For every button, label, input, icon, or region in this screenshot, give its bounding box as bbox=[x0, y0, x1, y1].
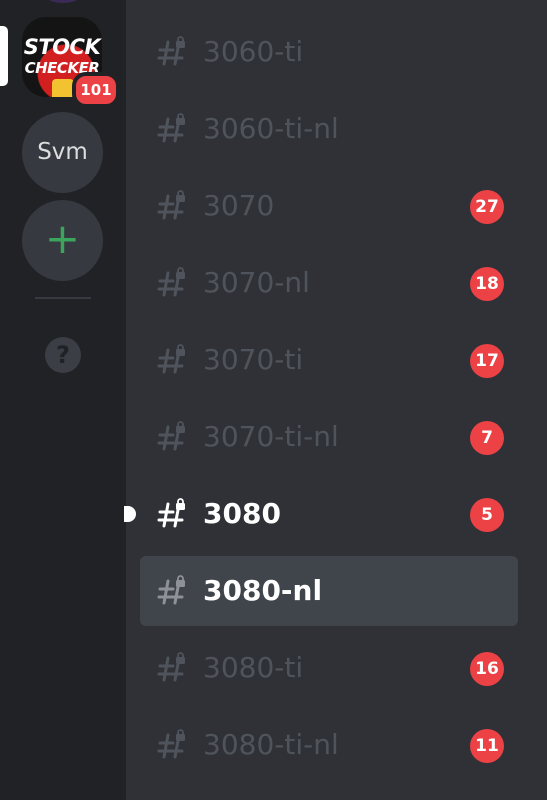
channel-item-unread[interactable]: 3080 5 bbox=[124, 479, 518, 549]
server-rail: STOCK CHECKER 101 Svm + ? bbox=[0, 0, 126, 800]
locked-text-channel-icon bbox=[157, 190, 185, 220]
mention-badge: 18 bbox=[470, 267, 504, 301]
partial-server-icon[interactable] bbox=[38, 0, 88, 3]
channel-item[interactable]: 3070-ti-nl 7 bbox=[140, 402, 518, 472]
channel-name: 3080-ti bbox=[203, 651, 304, 684]
channel-name: 3070-nl bbox=[203, 266, 310, 299]
plus-icon: + bbox=[44, 214, 81, 263]
locked-text-channel-icon bbox=[157, 575, 185, 605]
channel-name: 3070-ti-nl bbox=[203, 420, 339, 453]
channel-item-selected[interactable]: 3080-nl bbox=[140, 556, 518, 626]
channel-item[interactable]: 3080-ti 16 bbox=[140, 633, 518, 703]
channel-item[interactable]: 3060-ti bbox=[140, 17, 518, 87]
channel-name: 3060-ti-nl bbox=[203, 112, 339, 145]
locked-text-channel-icon bbox=[157, 729, 185, 759]
server-logo-accent bbox=[52, 79, 74, 97]
channel-name: 3080-nl bbox=[203, 574, 323, 607]
channel-item[interactable]: 3070 27 bbox=[140, 171, 518, 241]
mention-badge: 27 bbox=[470, 190, 504, 224]
locked-text-channel-icon bbox=[157, 344, 185, 374]
channel-name: 3080-ti-nl bbox=[203, 728, 339, 761]
locked-text-channel-icon bbox=[157, 113, 185, 143]
mention-badge: 17 bbox=[470, 344, 504, 378]
channel-item[interactable]: 3080-ti-nl 11 bbox=[140, 710, 518, 780]
server-logo-text-line1: STOCK bbox=[23, 35, 101, 59]
discord-app: STOCK CHECKER 101 Svm + ? 3060-ti 3060-t… bbox=[0, 0, 547, 800]
mention-badge: 11 bbox=[470, 729, 504, 763]
mention-badge: 16 bbox=[470, 652, 504, 686]
channel-name: 3080 bbox=[203, 497, 281, 530]
help-button[interactable]: ? bbox=[45, 337, 81, 373]
channel-name: 3070 bbox=[203, 189, 275, 222]
channel-item[interactable]: 3070-ti 17 bbox=[140, 325, 518, 395]
locked-text-channel-icon bbox=[157, 267, 185, 297]
channel-name: 3070-ti bbox=[203, 343, 304, 376]
mention-badge: 7 bbox=[470, 421, 504, 455]
channel-name: 3060-ti bbox=[203, 35, 304, 68]
rail-divider bbox=[35, 297, 91, 299]
add-server-button[interactable]: + bbox=[22, 200, 103, 281]
server-svm[interactable]: Svm bbox=[22, 112, 103, 193]
locked-text-channel-icon bbox=[157, 36, 185, 66]
help-icon: ? bbox=[56, 341, 70, 369]
locked-text-channel-icon bbox=[157, 421, 185, 451]
locked-text-channel-icon bbox=[157, 652, 185, 682]
locked-text-channel-icon bbox=[157, 498, 185, 528]
channel-list: 3060-ti 3060-ti-nl 3070 27 3070-nl 18 30… bbox=[124, 0, 547, 800]
server-mention-badge: 101 bbox=[72, 72, 120, 108]
channel-item[interactable]: 3070-nl 18 bbox=[140, 248, 518, 318]
mention-badge: 5 bbox=[470, 498, 504, 532]
channel-item[interactable]: 3060-ti-nl bbox=[140, 94, 518, 164]
unread-indicator bbox=[124, 506, 136, 522]
active-server-indicator bbox=[0, 26, 8, 86]
